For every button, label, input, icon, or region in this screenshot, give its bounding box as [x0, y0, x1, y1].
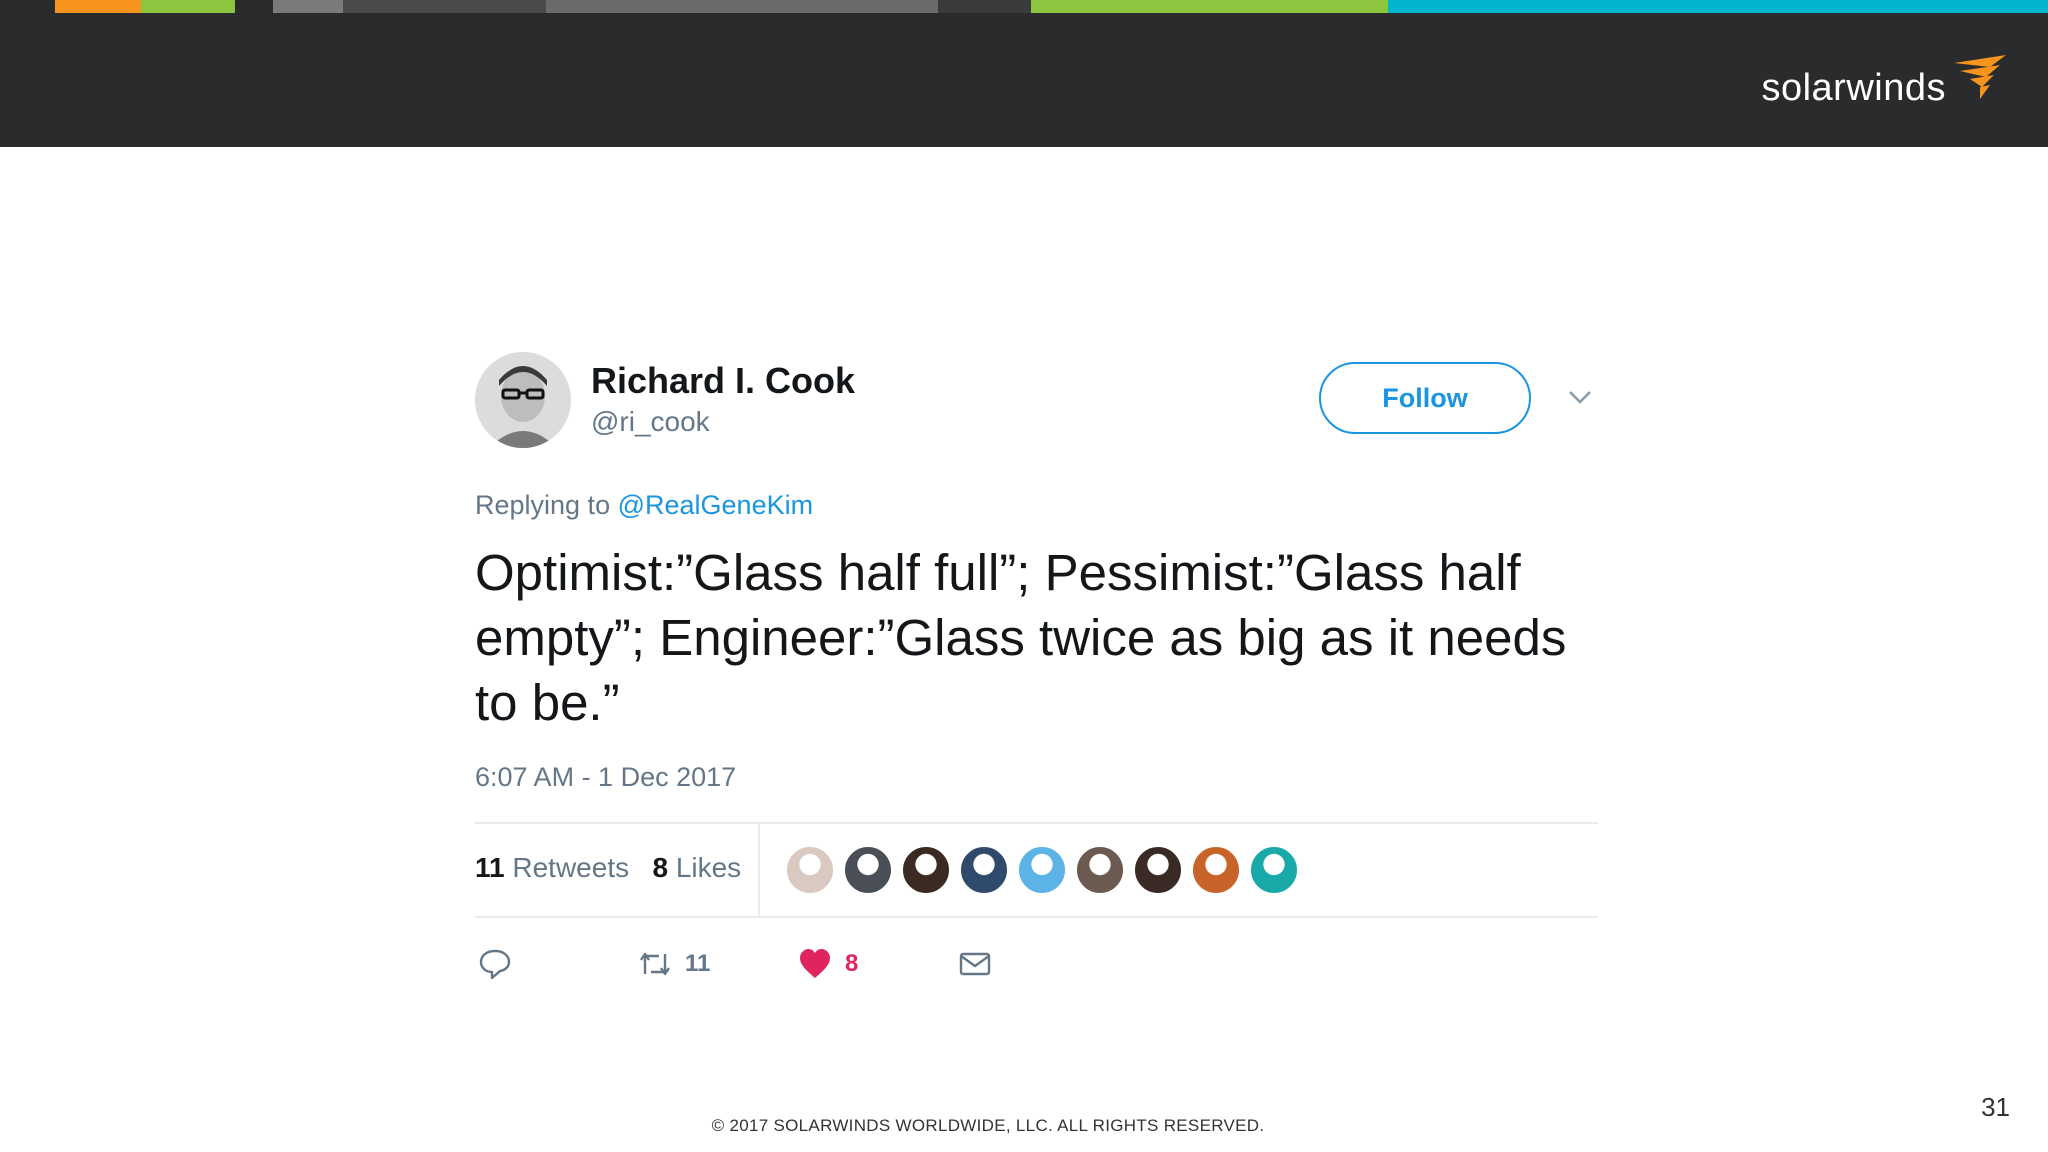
- replying-prefix: Replying to: [475, 490, 618, 520]
- liker-avatar[interactable]: [1249, 845, 1299, 895]
- stats-separator: [758, 822, 760, 916]
- liker-avatar[interactable]: [843, 845, 893, 895]
- strip-segment: [1388, 0, 2048, 13]
- message-action[interactable]: [957, 942, 993, 986]
- likes-label: Likes: [675, 852, 742, 883]
- liker-avatar[interactable]: [901, 845, 951, 895]
- likes-stat[interactable]: 8 Likes: [652, 852, 741, 883]
- strip-segment: [938, 0, 1031, 13]
- envelope-icon: [959, 952, 991, 976]
- strip-segment: [343, 0, 546, 13]
- heart-icon: [800, 949, 830, 978]
- tweet-stats: 11 Retweets 8 Likes: [475, 822, 1598, 916]
- strip-segment: [546, 0, 938, 13]
- color-strip: [0, 0, 2048, 13]
- divider: [475, 916, 1598, 918]
- tweet-text: Optimist:”Glass half full”; Pessimist:”G…: [475, 544, 1567, 731]
- solarwinds-logo: solarwinds: [1761, 53, 2008, 107]
- stat-counts: 11 Retweets 8 Likes: [475, 852, 741, 884]
- reply-action[interactable]: [477, 942, 513, 986]
- like-action[interactable]: 8: [797, 942, 858, 986]
- avatar-image: [475, 352, 571, 448]
- strip-segment: [0, 0, 55, 13]
- reply-mention-link[interactable]: @RealGeneKim: [618, 490, 814, 520]
- retweet-icon: [640, 952, 670, 976]
- logo-text: solarwinds: [1761, 67, 1946, 109]
- liker-avatar[interactable]: [1075, 845, 1125, 895]
- page-number: 31: [1981, 1092, 2010, 1122]
- liker-avatar[interactable]: [1191, 845, 1241, 895]
- retweets-stat[interactable]: 11 Retweets: [475, 852, 629, 883]
- strip-segment: [235, 0, 273, 13]
- retweets-count: 11: [475, 852, 505, 883]
- tweet-timestamp[interactable]: 6:07 AM - 1 Dec 2017: [475, 762, 736, 793]
- retweets-label: Retweets: [512, 852, 630, 883]
- author-avatar[interactable]: [475, 352, 571, 448]
- likes-count: 8: [652, 852, 669, 883]
- slide-footer: © 2017 SOLARWINDS WORLDWIDE, LLC. ALL RI…: [711, 1116, 1265, 1135]
- liker-avatar[interactable]: [959, 845, 1009, 895]
- solarwinds-logo-icon: [1954, 55, 2006, 99]
- liker-avatar[interactable]: [1133, 845, 1183, 895]
- like-action-count: 8: [845, 950, 859, 977]
- strip-segment: [273, 0, 343, 13]
- strip-segment: [55, 0, 141, 13]
- liker-avatars: [785, 845, 1307, 895]
- liker-avatar[interactable]: [785, 845, 835, 895]
- author-name[interactable]: Richard I. Cook: [591, 360, 855, 402]
- follow-button[interactable]: Follow: [1319, 362, 1531, 434]
- replying-to: Replying to @RealGeneKim: [475, 490, 813, 521]
- retweet-action-count: 11: [685, 950, 711, 977]
- chevron-down-icon[interactable]: [1565, 382, 1595, 412]
- tweet-actions: 11 8: [475, 942, 1075, 992]
- retweet-action[interactable]: 11: [637, 942, 710, 986]
- reply-icon: [479, 949, 511, 980]
- author-handle[interactable]: @ri_cook: [591, 406, 710, 438]
- liker-avatar[interactable]: [1017, 845, 1067, 895]
- slide-header: solarwinds: [0, 13, 2048, 147]
- strip-segment: [141, 0, 235, 13]
- strip-segment: [1031, 0, 1388, 13]
